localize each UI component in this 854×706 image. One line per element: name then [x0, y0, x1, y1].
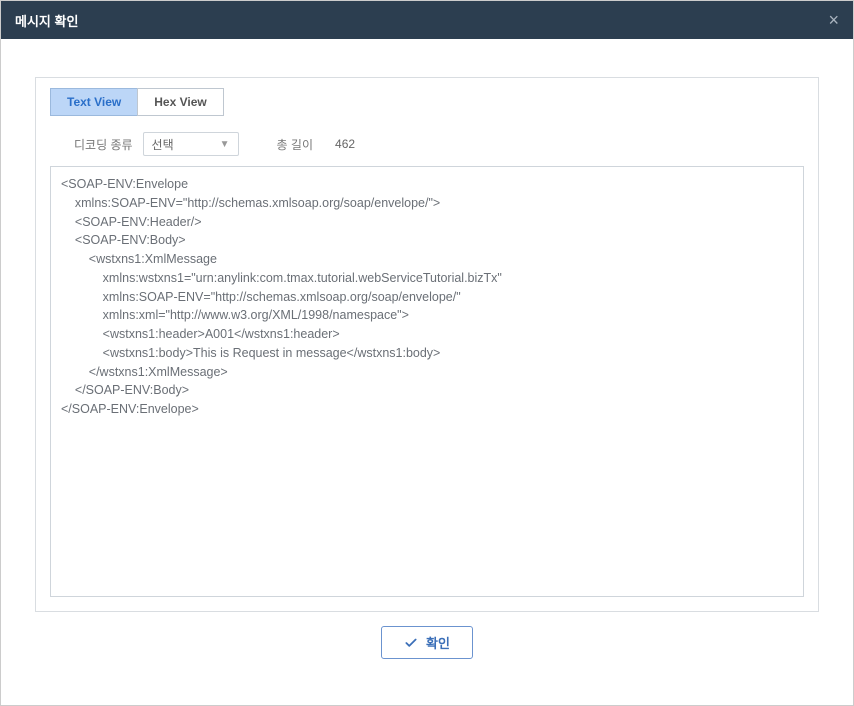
- tab-text-view[interactable]: Text View: [50, 88, 138, 116]
- close-icon[interactable]: ×: [824, 9, 843, 31]
- length-label: 총 길이: [277, 136, 313, 153]
- tab-bar: Text View Hex View: [50, 88, 804, 116]
- select-value: 선택: [152, 136, 174, 153]
- dialog-body: Text View Hex View 디코딩 종류 선택 ▼ 총 길이 462 …: [1, 39, 853, 705]
- dialog-title: 메시지 확인: [15, 11, 78, 30]
- dialog-footer: 확인: [35, 612, 819, 685]
- decoding-label: 디코딩 종류: [74, 136, 133, 153]
- decoding-select[interactable]: 선택 ▼: [143, 132, 239, 156]
- controls-row: 디코딩 종류 선택 ▼ 총 길이 462: [74, 132, 804, 156]
- titlebar: 메시지 확인 ×: [1, 1, 853, 39]
- message-content[interactable]: <SOAP-ENV:Envelope xmlns:SOAP-ENV="http:…: [50, 166, 804, 597]
- length-value: 462: [323, 137, 373, 151]
- check-icon: [404, 636, 418, 650]
- message-dialog: 메시지 확인 × Text View Hex View 디코딩 종류 선택 ▼ …: [0, 0, 854, 706]
- tab-hex-view[interactable]: Hex View: [137, 88, 223, 116]
- ok-button[interactable]: 확인: [381, 626, 473, 659]
- content-panel: Text View Hex View 디코딩 종류 선택 ▼ 총 길이 462 …: [35, 77, 819, 612]
- ok-label: 확인: [426, 633, 450, 652]
- chevron-down-icon: ▼: [220, 139, 230, 150]
